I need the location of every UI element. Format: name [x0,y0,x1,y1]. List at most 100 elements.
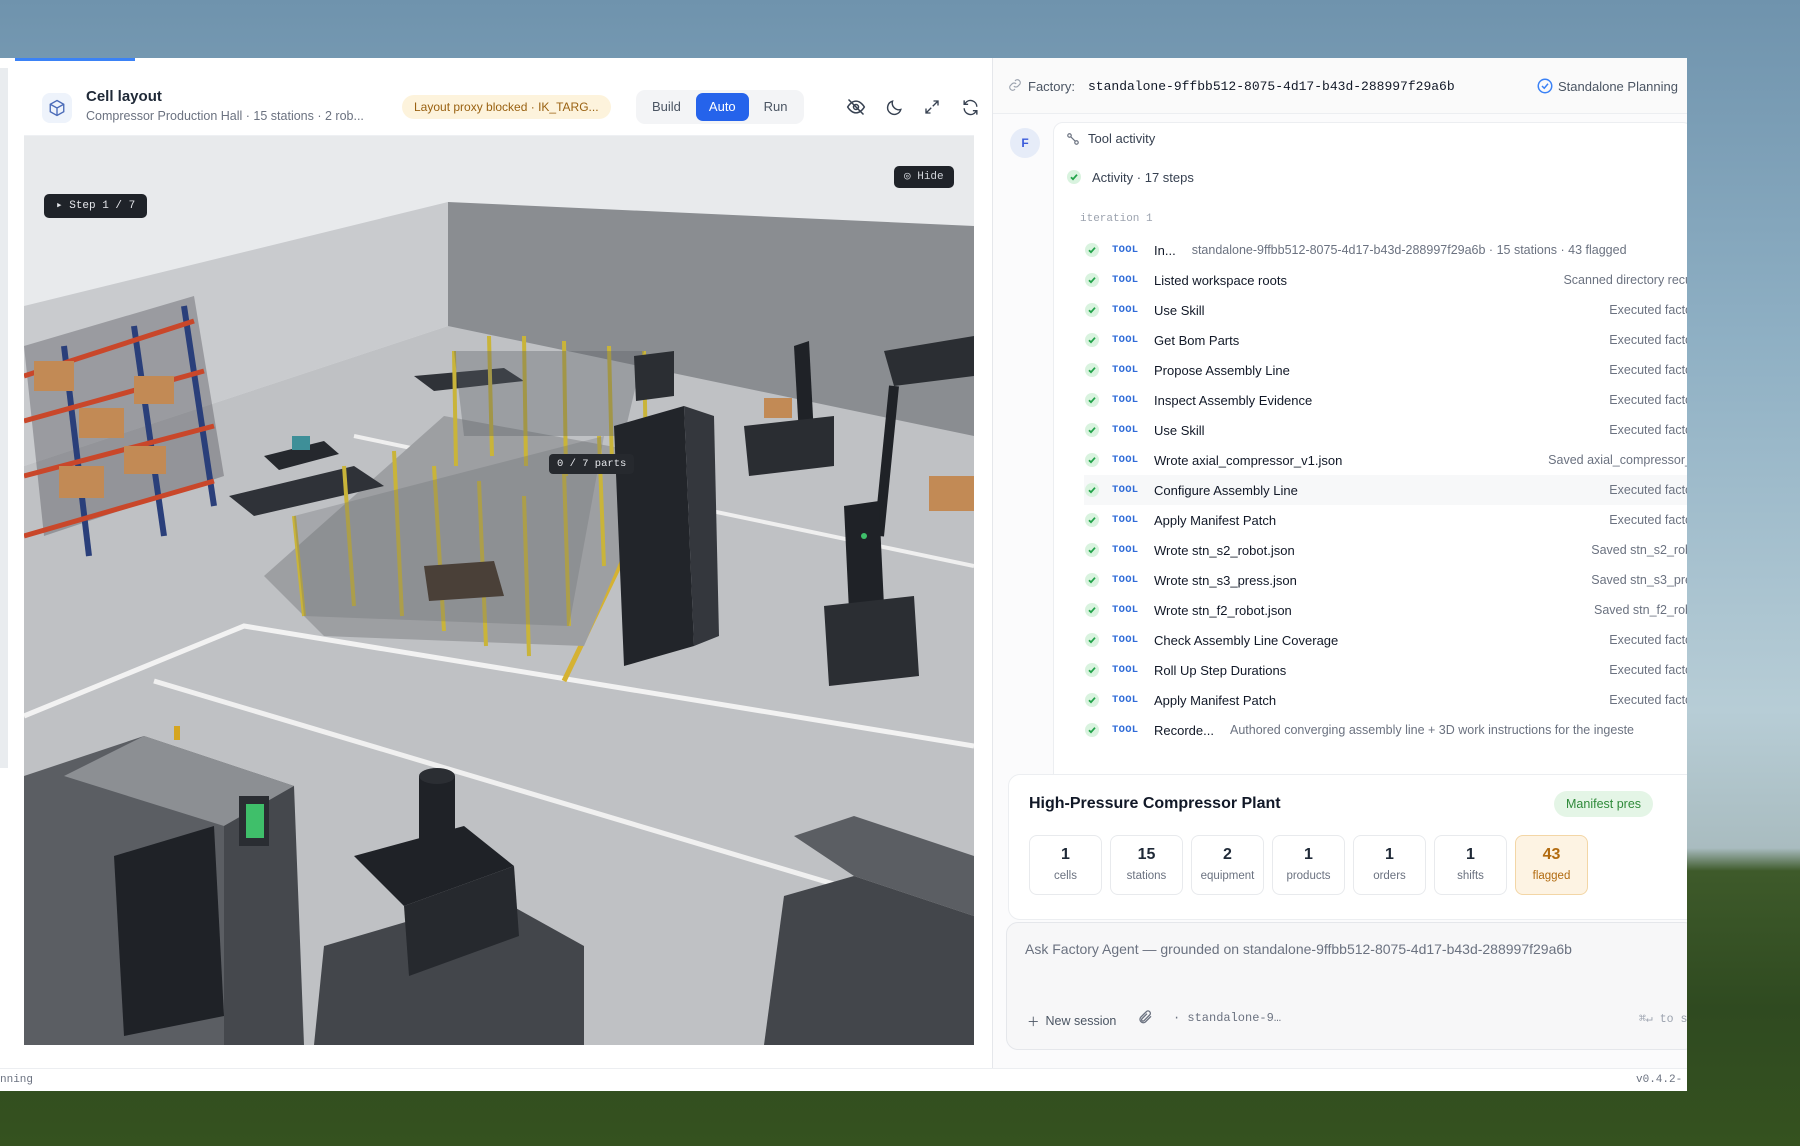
tool-step-result: Saved axial_compressor_ [1548,453,1687,467]
eye-off-icon[interactable] [844,95,868,119]
parts-label: 0 / 7 parts [549,454,635,474]
tool-step-result: standalone-9ffbb512-8075-4d17-b43d-28899… [1191,243,1627,257]
tool-step-row[interactable]: TOOL Inspect Assembly Evidence Executed fa… [1084,385,1687,415]
tool-step-row[interactable]: TOOL Configure Assembly Line Executed fact… [1084,475,1687,505]
check-icon [1085,333,1099,347]
plus-icon: ＋ [1027,1015,1040,1029]
check-icon [1067,170,1081,184]
link-icon [1008,78,1022,97]
tool-activity-card: Tool activity Activity · 17 steps iterat… [1053,122,1687,818]
stat-equipment[interactable]: 2 equipment [1191,835,1264,895]
chat-input[interactable]: Ask Factory Agent — grounded on standalo… [1025,941,1572,957]
sidebar-edge [0,68,8,768]
tool-step-row[interactable]: TOOL Propose Assembly Line Executed facto [1084,355,1687,385]
tool-step-row[interactable]: TOOL Wrote stn_f2_robot.json Saved stn_f2_… [1084,595,1687,625]
tool-step-result: Executed facto [1609,633,1687,647]
tool-tag: TOOL [1112,334,1139,346]
tool-step-row[interactable]: TOOL Wrote stn_s2_robot.json Saved stn_s2_… [1084,535,1687,565]
tool-step-name: Get Bom Parts [1154,332,1240,348]
tool-step-name: Use Skill [1154,302,1205,318]
stat-value: 1 [1466,846,1475,863]
mode-build-button[interactable]: Build [639,93,694,121]
expand-icon[interactable] [920,95,944,119]
plant-summary-card: High-Pressure Compressor Plant Manifest … [1008,774,1687,920]
cube-icon[interactable] [42,93,72,123]
tool-step-name: Wrote stn_s2_robot.json [1154,542,1295,558]
tool-tag: TOOL [1112,514,1139,526]
version-label: v0.4.2- [1636,1074,1683,1086]
tool-tag: TOOL [1112,544,1139,556]
context-chip[interactable]: · standalone-9… [1173,1011,1281,1025]
mode-run-button[interactable]: Run [751,93,801,121]
check-icon [1085,393,1099,407]
tool-step-result: Saved stn_f2_rob [1594,603,1687,617]
chat-composer[interactable]: Ask Factory Agent — grounded on standalo… [1006,922,1687,1050]
mode-auto-button[interactable]: Auto [695,93,749,121]
tool-step-row[interactable]: TOOL Wrote stn_s3_press.json Saved stn_s3_… [1084,565,1687,595]
tool-step-row[interactable]: TOOL Use Skill Executed facto [1084,295,1687,325]
status-text: nning [0,1074,34,1086]
tool-step-list: TOOL In... standalone-9ffbb512-8075-4d17-b… [1084,235,1687,745]
tool-step-result: Executed facto [1609,363,1687,377]
3d-viewport[interactable]: ▸ Step 1 / 7 ◎ Hide 0 / 7 parts [24,136,974,1045]
app-window: Cell layout Compressor Production Hall ·… [0,58,1687,1091]
stat-flagged[interactable]: 43 flagged [1515,835,1588,895]
stat-label: products [1286,870,1331,882]
factory-id[interactable]: standalone-9ffbb512-8075-4d17-b43d-28899… [1088,79,1455,94]
activity-summary[interactable]: Activity · 17 steps [1066,169,1194,185]
planning-mode[interactable]: Standalone Planning [1558,79,1678,94]
tool-step-name: Use Skill [1154,422,1205,438]
check-icon [1085,693,1099,707]
factory-label: Factory: [1028,79,1075,94]
plant-title: High-Pressure Compressor Plant [1029,795,1281,812]
stat-cells[interactable]: 1 cells [1029,835,1102,895]
activity-summary-label: Activity · 17 steps [1092,169,1194,185]
stat-orders[interactable]: 1 orders [1353,835,1426,895]
stat-label: cells [1053,870,1077,882]
tool-step-row[interactable]: TOOL Apply Manifest Patch Executed facto [1084,685,1687,715]
stat-value: 1 [1385,846,1394,863]
tool-step-name: Configure Assembly Line [1154,482,1298,498]
stat-value: 1 [1061,846,1070,863]
tool-tag: TOOL [1112,604,1139,616]
tool-step-row[interactable]: TOOL Get Bom Parts Executed facto [1084,325,1687,355]
tool-step-row[interactable]: TOOL Wrote axial_compressor_v1.json Saved … [1084,445,1687,475]
paperclip-icon[interactable] [1137,1009,1153,1030]
hide-button[interactable]: ◎ Hide [894,166,954,188]
manifest-badge[interactable]: Manifest pres [1554,791,1654,817]
check-icon [1085,273,1099,287]
tool-tag: TOOL [1112,634,1139,646]
tool-step-name: Check Assembly Line Coverage [1154,632,1339,648]
tool-tag: TOOL [1112,244,1139,256]
check-icon [1085,663,1099,677]
moon-icon[interactable] [882,95,906,119]
tool-step-result: Executed facto [1609,513,1687,527]
new-session-button[interactable]: ＋ New session [1027,1011,1116,1030]
refresh-icon[interactable] [958,95,982,119]
tool-step-name: Wrote stn_f2_robot.json [1154,602,1292,618]
tool-step-row[interactable]: TOOL Check Assembly Line Coverage Executed… [1084,625,1687,655]
tool-step-name: Inspect Assembly Evidence [1154,392,1313,408]
check-icon [1085,303,1099,317]
agent-panel: Factory: standalone-9ffbb512-8075-4d17-b… [993,58,1687,1068]
tool-step-row[interactable]: TOOL Use Skill Executed facto [1084,415,1687,445]
tool-step-result: Authored converging assembly line + 3D w… [1229,723,1635,737]
step-indicator[interactable]: ▸ Step 1 / 7 [44,194,148,218]
factory-bar: Factory: standalone-9ffbb512-8075-4d17-b… [993,58,1687,114]
stat-products[interactable]: 1 products [1272,835,1345,895]
check-icon [1085,543,1099,557]
tool-step-result: Executed facto [1609,333,1687,347]
check-icon [1085,633,1099,647]
status-bar: nning v0.4.2- [0,1068,1687,1091]
stat-label: stations [1126,870,1167,882]
tool-step-row[interactable]: TOOL Apply Manifest Patch Executed facto [1084,505,1687,535]
tool-activity-header[interactable]: Tool activity [1066,131,1155,146]
tool-step-result: Saved stn_s3_pre [1591,573,1687,587]
stat-stations[interactable]: 15 stations [1110,835,1183,895]
stat-shifts[interactable]: 1 shifts [1434,835,1507,895]
tool-step-row[interactable]: TOOL Recorde... Authored converging assemb… [1084,715,1687,745]
tool-step-row[interactable]: TOOL Listed workspace roots Scanned direct… [1084,265,1687,295]
tool-step-row[interactable]: TOOL In... standalone-9ffbb512-8075-4d17-b… [1084,235,1687,265]
layout-warning-badge[interactable]: Layout proxy blocked · IK_TARG... [402,95,611,119]
tool-step-row[interactable]: TOOL Roll Up Step Durations Executed facto [1084,655,1687,685]
